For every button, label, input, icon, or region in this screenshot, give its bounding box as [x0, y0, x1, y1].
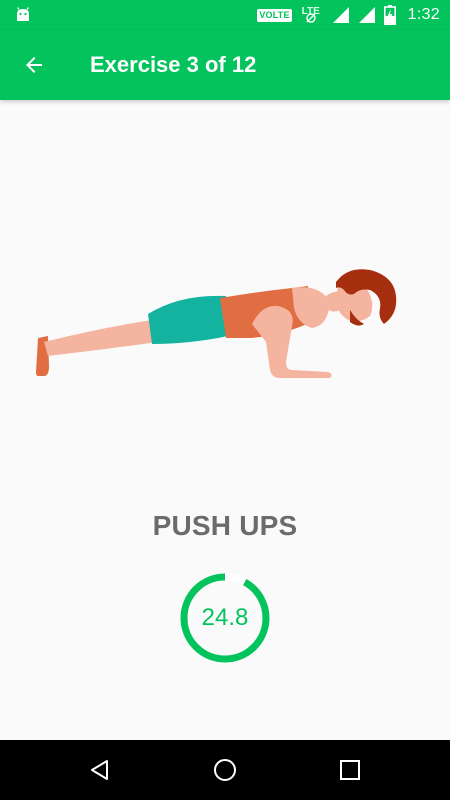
back-button[interactable] [16, 47, 52, 83]
signal-icon [332, 6, 350, 24]
exercise-illustration [30, 262, 410, 386]
timer-value: 24.8 [201, 604, 249, 631]
battery-charging-icon [383, 5, 396, 25]
nav-recents-button[interactable] [334, 754, 366, 786]
status-icons: VOLTE LTE 1:32 [257, 0, 440, 30]
signal-icon [358, 6, 376, 24]
status-time: 1:32 [407, 6, 440, 23]
lte-icon: LTE [300, 6, 324, 24]
nav-home-button[interactable] [209, 754, 241, 786]
arrow-back-icon [26, 57, 42, 73]
volte-icon: VOLTE [257, 8, 292, 22]
recents-square-icon [340, 760, 360, 780]
navigation-bar [0, 740, 450, 800]
back-triangle-icon [91, 760, 108, 780]
exercise-screen: VOLTE LTE 1:32 Exercise 3 of 12 PUSH UPS… [0, 0, 450, 800]
exercise-name: PUSH UPS [152, 510, 298, 541]
status-bar: VOLTE LTE 1:32 [0, 0, 450, 30]
page-title: Exercise 3 of 12 [90, 52, 257, 77]
countdown-timer: 24.8 [179, 572, 271, 664]
home-circle-icon [214, 759, 236, 781]
app-bar: Exercise 3 of 12 [0, 30, 450, 100]
android-icon [14, 6, 32, 24]
nav-back-button[interactable] [84, 754, 116, 786]
